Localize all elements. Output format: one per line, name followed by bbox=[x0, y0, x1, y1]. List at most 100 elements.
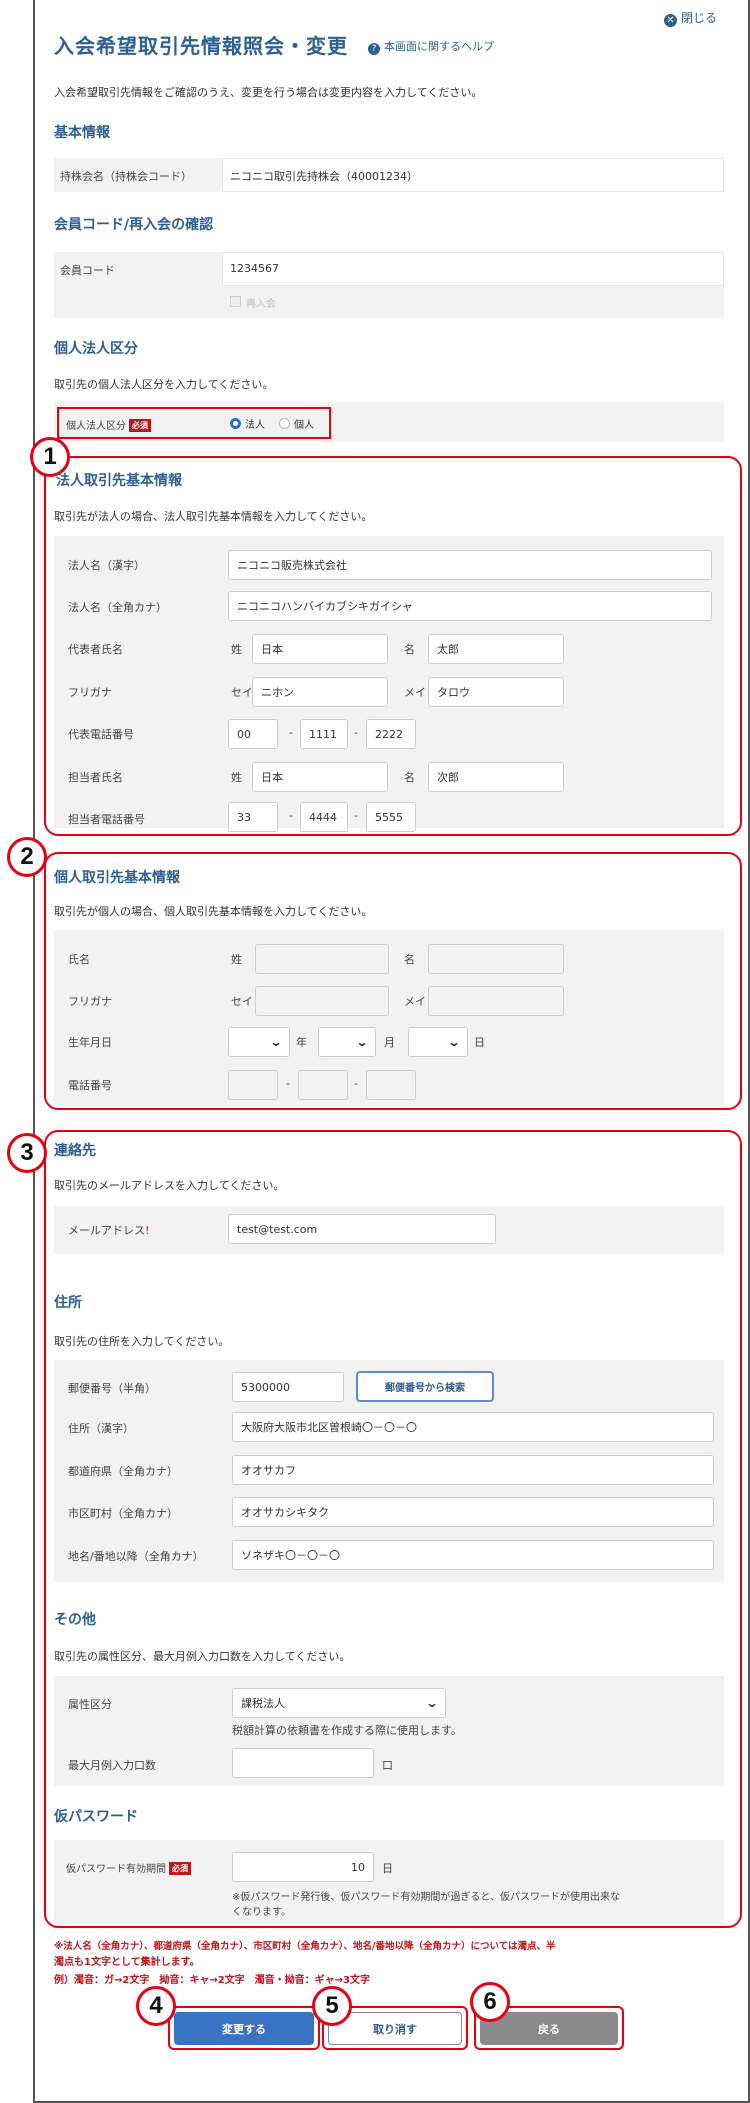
indiv-first-input[interactable] bbox=[428, 944, 564, 974]
help-label: 本画面に関するヘルプ bbox=[384, 40, 494, 53]
staff-tel-2-input[interactable]: 4444 bbox=[300, 802, 348, 832]
staff-first-input[interactable]: 次郎 bbox=[428, 762, 564, 792]
city-input[interactable]: オオサカシキタク bbox=[232, 1497, 714, 1527]
holding-label: 持株会名（持株会コード） bbox=[60, 170, 192, 183]
indiv-tel-3-input[interactable] bbox=[366, 1070, 416, 1100]
rep-mei-kana-label: メイ bbox=[404, 686, 426, 699]
kind-label: 個人法人区分 必須 bbox=[66, 417, 151, 432]
indiv-heading: 個人取引先基本情報 bbox=[54, 870, 180, 886]
required-badge: 必須 bbox=[169, 1862, 191, 1875]
area-input[interactable]: ソネザキ〇－〇－〇 bbox=[232, 1540, 714, 1570]
chevron-down-icon: ⌄ bbox=[447, 1035, 461, 1049]
birth-year-unit: 年 bbox=[296, 1036, 307, 1049]
period-unit: 日 bbox=[382, 1862, 393, 1875]
member-code-label: 会員コード bbox=[60, 264, 115, 277]
period-input[interactable]: 10 bbox=[232, 1852, 374, 1882]
indiv-last-kana-input[interactable] bbox=[255, 986, 389, 1016]
address-desc: 取引先の住所を入力してください。 bbox=[54, 1335, 230, 1348]
basic-heading: 基本情報 bbox=[54, 125, 110, 141]
indiv-tel-2-input[interactable] bbox=[298, 1070, 348, 1100]
staff-last-input[interactable]: 日本 bbox=[252, 762, 388, 792]
rejoin-label: 再入会 bbox=[246, 299, 276, 310]
rep-tel-dash-1: - bbox=[289, 726, 293, 739]
birth-day-unit: 日 bbox=[474, 1036, 485, 1049]
rep-mei-label: 名 bbox=[404, 643, 415, 656]
temp-panel bbox=[54, 1840, 724, 1924]
indiv-furigana-label: フリガナ bbox=[68, 995, 112, 1008]
attr-select[interactable]: 課税法人 ⌄ bbox=[232, 1688, 446, 1718]
close-icon: ✕ bbox=[664, 14, 677, 27]
kind-heading: 個人法人区分 bbox=[54, 341, 138, 357]
area-label: 地名/番地以降（全角カナ） bbox=[68, 1550, 204, 1563]
member-code-value: 1234567 bbox=[230, 262, 279, 275]
indiv-tel-1-input[interactable] bbox=[228, 1070, 278, 1100]
radio-corp-label: 法人 bbox=[245, 420, 265, 431]
radio-indiv[interactable] bbox=[279, 418, 290, 429]
rep-sei-kana-label: セイ bbox=[231, 686, 253, 699]
marker-2: 2 bbox=[7, 837, 47, 877]
change-button[interactable]: 変更する bbox=[174, 2012, 314, 2045]
city-label: 市区町村（全角カナ） bbox=[68, 1507, 178, 1520]
close-link[interactable]: ✕ 閉じる bbox=[664, 9, 717, 27]
corp-heading: 法人取引先基本情報 bbox=[56, 473, 182, 489]
chevron-down-icon: ⌄ bbox=[425, 1696, 439, 1710]
indiv-name-label: 氏名 bbox=[68, 953, 90, 966]
birth-month-select[interactable]: ⌄ bbox=[318, 1027, 376, 1057]
indiv-sei-kana-label: セイ bbox=[231, 995, 253, 1008]
rep-first-kana-input[interactable]: タロウ bbox=[428, 677, 564, 707]
max-unit: 口 bbox=[382, 1759, 393, 1772]
rejoin-checkbox[interactable] bbox=[230, 296, 241, 307]
rep-tel-3-input[interactable]: 2222 bbox=[366, 719, 416, 749]
rep-tel-2-input[interactable]: 1111 bbox=[300, 719, 348, 749]
max-input[interactable] bbox=[232, 1748, 374, 1778]
marker-6: 6 bbox=[470, 1982, 510, 2022]
indiv-first-kana-input[interactable] bbox=[428, 986, 564, 1016]
addr-input[interactable]: 大阪府大阪市北区曽根崎〇－〇－〇 bbox=[232, 1412, 714, 1442]
birth-day-select[interactable]: ⌄ bbox=[408, 1027, 468, 1057]
indiv-mei-kana-label: メイ bbox=[404, 995, 426, 1008]
indiv-desc: 取引先が個人の場合、個人取引先基本情報を入力してください。 bbox=[54, 905, 373, 918]
staff-tel-label: 担当者電話番号 bbox=[68, 813, 145, 826]
corp-name-kana-input[interactable]: ニコニコハンバイカブシキガイシャ bbox=[228, 591, 712, 621]
chevron-down-icon: ⌄ bbox=[269, 1035, 283, 1049]
indiv-last-input[interactable] bbox=[255, 944, 389, 974]
indiv-tel-dash-1: - bbox=[286, 1077, 290, 1090]
staff-tel-dash-1: - bbox=[289, 809, 293, 822]
staff-tel-1-input[interactable]: 33 bbox=[228, 802, 278, 832]
staff-tel-3-input[interactable]: 5555 bbox=[366, 802, 416, 832]
contact-heading: 連絡先 bbox=[54, 1143, 96, 1159]
period-label-text: 仮パスワード有効期間 bbox=[66, 1864, 166, 1875]
corp-name-kanji-input[interactable]: ニコニコ販売株式会社 bbox=[228, 550, 712, 580]
attr-label: 属性区分 bbox=[68, 1698, 112, 1711]
max-label: 最大月例入力口数 bbox=[68, 1759, 156, 1772]
required-mark: ! bbox=[145, 1224, 150, 1237]
chevron-down-icon: ⌄ bbox=[355, 1035, 369, 1049]
kind-desc: 取引先の個人法人区分を入力してください。 bbox=[54, 378, 274, 391]
rep-last-input[interactable]: 日本 bbox=[252, 634, 388, 664]
staff-sei-label: 姓 bbox=[231, 771, 242, 784]
staff-name-label: 担当者氏名 bbox=[68, 771, 123, 784]
zip-label: 郵便番号（半角） bbox=[68, 1382, 156, 1395]
address-heading: 住所 bbox=[54, 1295, 82, 1311]
staff-tel-dash-2: - bbox=[354, 809, 358, 822]
zip-input[interactable]: 5300000 bbox=[232, 1372, 344, 1402]
rep-tel-1-input[interactable]: 00 bbox=[228, 719, 278, 749]
page-title: 入会希望取引先情報照会・変更 bbox=[54, 34, 348, 58]
pref-input[interactable]: オオサカフ bbox=[232, 1455, 714, 1485]
rep-last-kana-input[interactable]: ニホン bbox=[252, 677, 388, 707]
birth-year-select[interactable]: ⌄ bbox=[228, 1027, 290, 1057]
indiv-tel-label: 電話番号 bbox=[68, 1079, 112, 1092]
contact-desc: 取引先のメールアドレスを入力してください。 bbox=[54, 1179, 285, 1192]
zip-search-button[interactable]: 郵便番号から検索 bbox=[356, 1371, 494, 1402]
kana-note-1: ※法人名（全角カナ）、都道府県（全角カナ）、市区町村（全角カナ）、地名/番地以降… bbox=[54, 1941, 556, 1952]
rep-first-input[interactable]: 太郎 bbox=[428, 634, 564, 664]
marker-4: 4 bbox=[136, 1986, 176, 2026]
rep-furigana-label: フリガナ bbox=[68, 686, 112, 699]
rep-name-label: 代表者氏名 bbox=[68, 643, 123, 656]
other-heading: その他 bbox=[54, 1612, 96, 1628]
radio-corp[interactable] bbox=[230, 418, 241, 429]
help-link[interactable]: ? 本画面に関するヘルプ bbox=[368, 38, 494, 55]
period-label: 仮パスワード有効期間 必須 bbox=[66, 1860, 191, 1875]
email-input[interactable]: test@test.com bbox=[228, 1214, 496, 1244]
kind-label-text: 個人法人区分 bbox=[66, 421, 126, 432]
